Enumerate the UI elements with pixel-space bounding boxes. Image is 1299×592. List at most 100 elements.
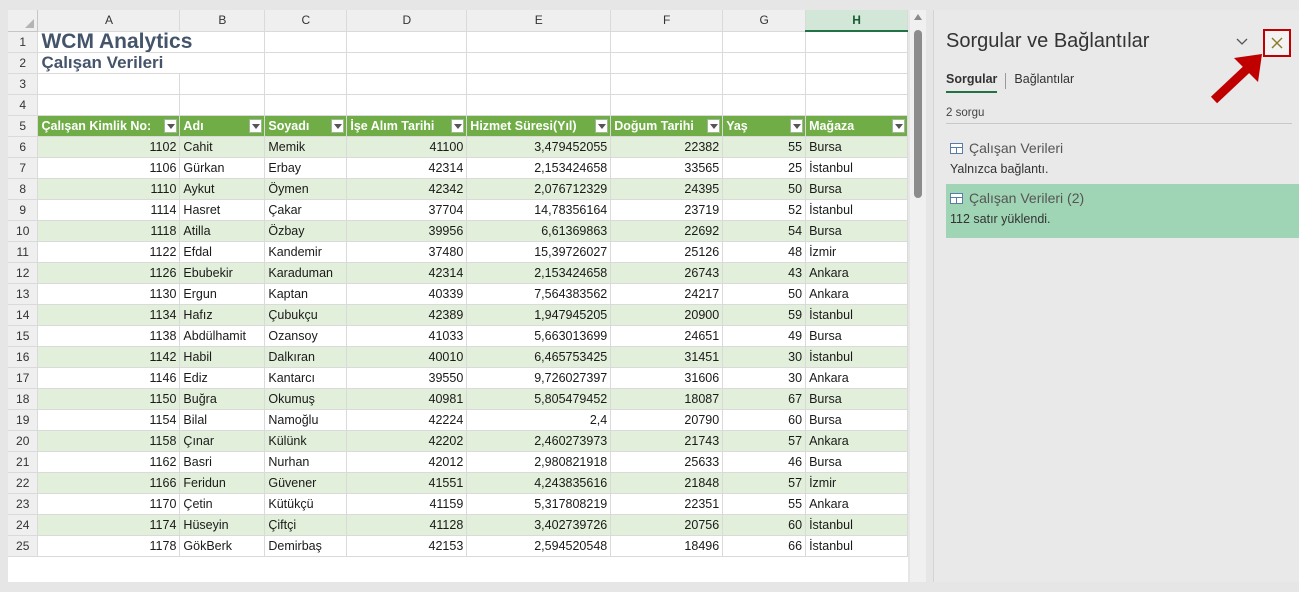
table-cell[interactable]: 23719 — [610, 199, 724, 221]
row-header[interactable]: 2 — [8, 52, 39, 74]
row-header[interactable]: 9 — [8, 199, 39, 221]
tab-queries[interactable]: Sorgular — [946, 72, 998, 93]
table-cell[interactable]: 57 — [722, 472, 807, 494]
table-cell[interactable]: Bilal — [179, 409, 266, 431]
table-cell[interactable]: 24651 — [610, 325, 724, 347]
row-header[interactable]: 25 — [8, 535, 39, 557]
table-cell[interactable]: Ediz — [179, 367, 266, 389]
table-cell[interactable]: Ankara — [805, 262, 908, 284]
table-cell[interactable]: 25633 — [610, 451, 724, 473]
cell[interactable] — [805, 52, 908, 74]
table-cell[interactable]: İstanbul — [805, 304, 908, 326]
table-cell[interactable]: 1150 — [37, 388, 181, 410]
column-header-d[interactable]: D — [346, 10, 468, 32]
table-cell[interactable]: 55 — [722, 136, 807, 158]
table-cell[interactable]: 1146 — [37, 367, 181, 389]
table-cell[interactable]: Çubukçu — [264, 304, 348, 326]
chevron-down-icon[interactable] — [1236, 36, 1248, 48]
cell[interactable] — [805, 94, 908, 116]
table-cell[interactable]: 1154 — [37, 409, 181, 431]
column-header-f[interactable]: F — [610, 10, 724, 32]
table-cell[interactable]: Okumuş — [264, 388, 348, 410]
table-cell[interactable]: 42153 — [346, 535, 468, 557]
table-cell[interactable]: 1102 — [37, 136, 181, 158]
table-cell[interactable]: Erbay — [264, 157, 348, 179]
table-cell[interactable]: 1166 — [37, 472, 181, 494]
table-cell[interactable]: Efdal — [179, 241, 266, 263]
row-header[interactable]: 8 — [8, 178, 39, 200]
table-cell[interactable]: 1110 — [37, 178, 181, 200]
table-cell[interactable]: İstanbul — [805, 199, 908, 221]
table-cell[interactable]: Çakar — [264, 199, 348, 221]
filter-dropdown-icon[interactable] — [249, 118, 263, 133]
table-cell[interactable]: 30 — [722, 367, 807, 389]
table-cell[interactable]: 42314 — [346, 262, 468, 284]
table-cell[interactable]: 41128 — [346, 514, 468, 536]
table-cell[interactable]: 59 — [722, 304, 807, 326]
cell[interactable] — [610, 94, 724, 116]
table-cell[interactable]: 18087 — [610, 388, 724, 410]
close-pane-button[interactable] — [1263, 29, 1291, 57]
table-column-header[interactable]: Adı — [179, 115, 266, 137]
table-cell[interactable]: 1162 — [37, 451, 181, 473]
cell[interactable] — [466, 73, 612, 95]
table-cell[interactable]: 25126 — [610, 241, 724, 263]
table-cell[interactable]: Feridun — [179, 472, 266, 494]
table-cell[interactable]: 55 — [722, 493, 807, 515]
table-cell[interactable]: 1122 — [37, 241, 181, 263]
cell[interactable] — [722, 94, 807, 116]
table-cell[interactable]: Namoğlu — [264, 409, 348, 431]
table-cell[interactable]: 24217 — [610, 283, 724, 305]
row-header[interactable]: 4 — [8, 94, 39, 116]
table-cell[interactable]: Ankara — [805, 430, 908, 452]
table-cell[interactable]: 2,153424658 — [466, 262, 612, 284]
table-cell[interactable]: Ozansoy — [264, 325, 348, 347]
table-cell[interactable]: 57 — [722, 430, 807, 452]
table-cell[interactable]: 21848 — [610, 472, 724, 494]
table-cell[interactable]: Cahit — [179, 136, 266, 158]
table-cell[interactable]: 25 — [722, 157, 807, 179]
table-cell[interactable]: İstanbul — [805, 514, 908, 536]
table-column-header[interactable]: Soyadı — [264, 115, 348, 137]
cell[interactable] — [610, 73, 724, 95]
row-header[interactable]: 17 — [8, 367, 39, 389]
table-cell[interactable]: 48 — [722, 241, 807, 263]
table-cell[interactable]: 31606 — [610, 367, 724, 389]
table-cell[interactable]: 1114 — [37, 199, 181, 221]
table-cell[interactable]: 20790 — [610, 409, 724, 431]
row-header[interactable]: 13 — [8, 283, 39, 305]
table-cell[interactable]: 42342 — [346, 178, 468, 200]
table-cell[interactable]: 1126 — [37, 262, 181, 284]
table-column-header[interactable]: Hizmet Süresi(Yıl) — [466, 115, 612, 137]
column-header-g[interactable]: G — [722, 10, 807, 32]
filter-dropdown-icon[interactable] — [331, 118, 345, 133]
tab-connections[interactable]: Bağlantılar — [1014, 72, 1074, 93]
table-cell[interactable]: Külünk — [264, 430, 348, 452]
table-cell[interactable]: 50 — [722, 283, 807, 305]
table-cell[interactable]: 3,402739726 — [466, 514, 612, 536]
cell[interactable] — [264, 73, 348, 95]
table-cell[interactable]: 20756 — [610, 514, 724, 536]
table-cell[interactable]: 37480 — [346, 241, 468, 263]
row-header[interactable]: 16 — [8, 346, 39, 368]
table-cell[interactable]: 42314 — [346, 157, 468, 179]
table-cell[interactable]: Buğra — [179, 388, 266, 410]
table-cell[interactable]: 42012 — [346, 451, 468, 473]
table-cell[interactable]: 22692 — [610, 220, 724, 242]
filter-dropdown-icon[interactable] — [707, 118, 721, 133]
table-cell[interactable]: 2,594520548 — [466, 535, 612, 557]
table-cell[interactable]: 40981 — [346, 388, 468, 410]
table-cell[interactable]: Özbay — [264, 220, 348, 242]
table-cell[interactable]: 43 — [722, 262, 807, 284]
table-cell[interactable]: Kütükçü — [264, 493, 348, 515]
sheet-title[interactable]: WCM Analytics — [37, 31, 266, 53]
table-cell[interactable]: Kaptan — [264, 283, 348, 305]
cell[interactable] — [722, 31, 807, 53]
table-cell[interactable]: 3,479452055 — [466, 136, 612, 158]
table-cell[interactable]: İzmir — [805, 472, 908, 494]
table-cell[interactable]: 5,663013699 — [466, 325, 612, 347]
row-header[interactable]: 3 — [8, 73, 39, 95]
row-header[interactable]: 6 — [8, 136, 39, 158]
table-cell[interactable]: 6,465753425 — [466, 346, 612, 368]
table-cell[interactable]: 40010 — [346, 346, 468, 368]
